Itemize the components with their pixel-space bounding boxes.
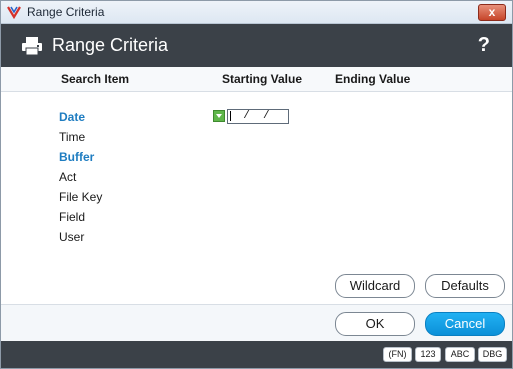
item-buffer[interactable]: Buffer (59, 150, 94, 164)
alpha-mode-badge[interactable]: ABC (445, 347, 475, 362)
column-search-item: Search Item (61, 72, 130, 86)
dialog-footer: OK Cancel (1, 305, 512, 340)
page-title: Range Criteria (52, 35, 169, 55)
ok-button[interactable]: OK (335, 312, 415, 336)
wildcard-button[interactable]: Wildcard (335, 274, 415, 298)
column-header: Search Item Starting Value Ending Value (1, 67, 512, 92)
title-bar[interactable]: Range Criteria x (1, 1, 512, 24)
status-bar: (FN) 123 ABC DBG (1, 341, 512, 368)
debug-badge[interactable]: DBG (478, 347, 507, 362)
close-window-button[interactable]: x (478, 4, 506, 21)
defaults-button[interactable]: Defaults (425, 274, 505, 298)
dialog-header: Range Criteria ? (1, 24, 512, 67)
text-caret (230, 111, 231, 121)
item-date[interactable]: Date (59, 110, 85, 124)
date-start-input[interactable]: / / (227, 109, 289, 124)
item-time[interactable]: Time (59, 130, 85, 144)
column-starting-value: Starting Value (222, 72, 303, 86)
window-title: Range Criteria (27, 5, 105, 19)
numeric-mode-badge[interactable]: 123 (415, 347, 441, 362)
column-ending-value: Ending Value (335, 72, 411, 86)
fn-badge[interactable]: (FN) (383, 347, 412, 362)
criteria-list: Date Time Buffer Act File Key Field User… (1, 92, 512, 305)
range-criteria-window: Range Criteria x Range Criteria ? Search… (0, 0, 513, 369)
printer-icon (22, 37, 42, 56)
app-logo-icon (7, 6, 21, 19)
dropdown-arrow-icon[interactable] (213, 110, 225, 122)
help-button[interactable]: ? (478, 34, 490, 57)
item-user[interactable]: User (59, 230, 84, 244)
item-file-key[interactable]: File Key (59, 190, 102, 204)
cancel-button[interactable]: Cancel (425, 312, 505, 336)
item-field[interactable]: Field (59, 210, 85, 224)
close-icon: x (488, 5, 496, 19)
item-act[interactable]: Act (59, 170, 76, 184)
